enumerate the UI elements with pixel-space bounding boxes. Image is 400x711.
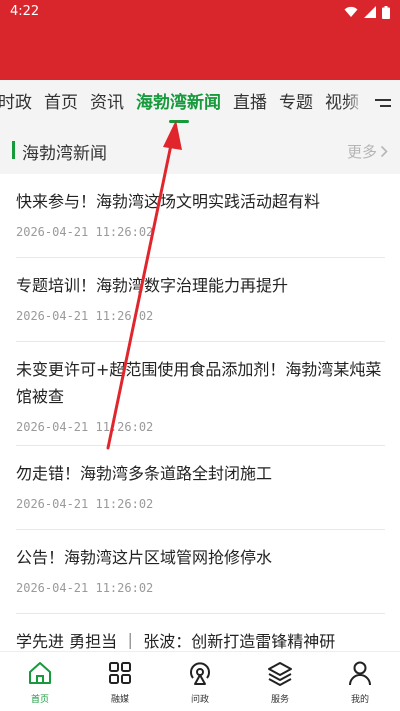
bottom-nav-media[interactable]: 融媒 <box>80 652 160 711</box>
news-item[interactable]: 勿走错！海勃湾多条道路全封闭施工 2026-04-21 11:26:02 <box>16 446 385 530</box>
news-title: 快来参与！海勃湾这场文明实践活动超有料 <box>16 192 321 211</box>
chevron-right-icon <box>380 145 388 158</box>
news-title: 未变更许可+超范围使用食品添加剂！海勃湾某炖菜馆被查 <box>16 360 382 406</box>
bottom-nav-label: 问政 <box>190 695 209 705</box>
news-time: 2026-04-21 11:26:02 <box>16 309 154 323</box>
news-item[interactable]: 公告！海勃湾这片区域管网抢修停水 2026-04-21 11:26:02 <box>16 530 385 614</box>
news-time: 2026-04-21 11:26:02 <box>16 420 154 434</box>
tabs-fade <box>346 80 366 126</box>
bottom-nav-label: 服务 <box>270 695 289 705</box>
bottom-nav-label: 融媒 <box>110 695 129 705</box>
home-icon <box>29 662 51 684</box>
channel-nav: 时政 首页 资讯 海勃湾新闻 直播 专题 视频 <box>0 80 400 126</box>
status-icons <box>344 5 390 19</box>
bottom-nav-label: 首页 <box>30 695 49 705</box>
bottom-nav-inquiry[interactable]: 问政 <box>160 652 240 711</box>
tab-topics[interactable]: 专题 <box>273 80 319 126</box>
channel-tabs: 时政 首页 资讯 海勃湾新闻 直播 专题 视频 <box>0 80 365 126</box>
section-title: 海勃湾新闻 <box>22 144 107 164</box>
news-time: 2026-04-21 11:26:02 <box>16 225 154 239</box>
tab-live[interactable]: 直播 <box>227 80 273 126</box>
bottom-nav: 首页 融媒 问政 服务 我的 <box>0 651 400 711</box>
broadcast-icon <box>190 662 210 685</box>
news-item[interactable]: 专题培训！海勃湾数字治理能力再提升 2026-04-21 11:26:02 <box>16 258 385 342</box>
menu-icon <box>375 99 391 107</box>
layers-icon <box>268 662 292 686</box>
more-label: 更多 <box>346 143 377 161</box>
bottom-nav-profile[interactable]: 我的 <box>320 652 400 711</box>
news-title: 公告！海勃湾这片区域管网抢修停水 <box>16 548 273 567</box>
header-banner <box>0 24 400 80</box>
bottom-nav-services[interactable]: 服务 <box>240 652 320 711</box>
news-time: 2026-04-21 11:26:02 <box>16 581 154 595</box>
signal-icon <box>364 6 376 18</box>
news-time: 2026-04-21 11:26:02 <box>16 497 154 511</box>
more-link[interactable]: 更多 <box>347 141 388 162</box>
section-accent-bar <box>12 141 15 159</box>
section-header: 海勃湾新闻 更多 <box>0 126 400 174</box>
user-icon <box>349 661 371 686</box>
menu-button[interactable] <box>366 80 400 126</box>
status-time: 4:22 <box>10 4 40 19</box>
bottom-nav-home[interactable]: 首页 <box>0 652 80 711</box>
grid-icon <box>109 662 131 684</box>
tab-news[interactable]: 资讯 <box>84 80 130 126</box>
news-item[interactable]: 快来参与！海勃湾这场文明实践活动超有料 2026-04-21 11:26:02 <box>16 174 385 258</box>
wifi-icon <box>344 6 358 17</box>
tab-shizheng[interactable]: 时政 <box>0 80 38 126</box>
news-title: 勿走错！海勃湾多条道路全封闭施工 <box>16 464 273 483</box>
tab-home[interactable]: 首页 <box>38 80 84 126</box>
tab-haibowan-news[interactable]: 海勃湾新闻 <box>130 80 227 126</box>
news-item[interactable]: 学先进 勇担当 ｜ 张波：创新打造雷锋精神研 <box>16 614 385 651</box>
battery-icon <box>382 5 390 19</box>
bottom-nav-label: 我的 <box>350 695 369 705</box>
news-item[interactable]: 未变更许可+超范围使用食品添加剂！海勃湾某炖菜馆被查 2026-04-21 11… <box>16 342 385 446</box>
status-bar: 4:22 <box>0 0 400 24</box>
news-title: 专题培训！海勃湾数字治理能力再提升 <box>16 276 289 295</box>
